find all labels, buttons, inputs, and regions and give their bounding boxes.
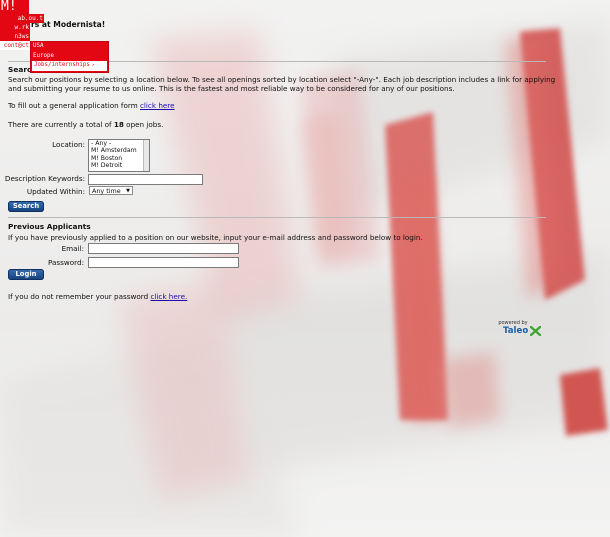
updated-within-select[interactable]: Any time ▼ — [89, 186, 133, 195]
general-application-line: To fill out a general application form c… — [8, 101, 175, 111]
main-content: rs at Modernista! Searc Search our posit… — [0, 0, 610, 537]
taleo-x-icon — [530, 326, 541, 336]
password-field[interactable] — [88, 257, 239, 268]
general-application-text: To fill out a general application form — [8, 101, 140, 110]
chevron-down-icon: ▼ — [126, 188, 130, 194]
contact-submenu: USA Europe Jobs/internships ↗ — [30, 41, 109, 73]
forgot-password-text: If you do not remember your password — [8, 292, 151, 301]
forgot-password-line: If you do not remember your password cli… — [8, 292, 187, 302]
login-section-title: Previous Applicants — [8, 222, 91, 231]
login-button[interactable]: Login — [8, 269, 44, 280]
taleo-logo[interactable]: Taleo — [503, 326, 528, 336]
keywords-input[interactable] — [88, 174, 203, 185]
password-label: Password: — [48, 258, 84, 267]
nav-item-work[interactable]: w.rk — [0, 23, 30, 32]
open-jobs-line: There are currently a total of 18 open j… — [8, 120, 163, 130]
search-intro-line-2: and submitting your resume to us online.… — [8, 84, 455, 93]
updated-within-label: Updated Within: — [26, 187, 85, 196]
external-link-icon: ↗ — [91, 63, 95, 68]
nav-item-about[interactable]: ab.ou.t — [0, 14, 44, 23]
location-label: Location: — [52, 140, 85, 149]
submenu-item-usa[interactable]: USA — [31, 42, 108, 52]
search-button[interactable]: Search — [8, 201, 44, 212]
updated-within-value: Any time — [92, 187, 121, 195]
submenu-item-label: USA — [33, 43, 44, 49]
search-section-title: Searc — [8, 65, 32, 74]
nav-item-contact[interactable]: cont@ct — [0, 41, 30, 50]
submenu-item-label: Europe — [33, 52, 54, 59]
login-intro: If you have previously applied to a posi… — [8, 233, 423, 242]
location-option[interactable]: M! Boston — [89, 155, 149, 162]
open-jobs-count: 18 — [113, 120, 124, 129]
submenu-item-europe[interactable]: Europe — [31, 52, 108, 62]
email-label: Email: — [61, 244, 84, 253]
general-application-link[interactable]: click here — [140, 101, 175, 110]
location-option[interactable]: - Any - — [89, 140, 149, 147]
forgot-password-link[interactable]: click here. — [150, 292, 187, 301]
listbox-scrollbar[interactable] — [143, 140, 149, 171]
location-option[interactable]: M! Amsterdam — [89, 147, 149, 154]
submenu-item-jobs[interactable]: Jobs/internships ↗ — [32, 61, 107, 71]
site-logo[interactable]: M! — [0, 0, 29, 14]
open-jobs-prefix: There are currently a total of — [8, 120, 114, 129]
divider — [8, 217, 546, 218]
nav-item-news[interactable]: n3ws — [0, 32, 30, 41]
submenu-item-label: Jobs/internships — [34, 62, 90, 68]
location-option[interactable]: M! Detroit — [89, 162, 149, 169]
location-listbox[interactable]: - Any - M! Amsterdam M! Boston M! Detroi… — [88, 139, 150, 172]
email-field[interactable] — [88, 243, 239, 254]
open-jobs-suffix: open jobs. — [123, 120, 164, 129]
keywords-label: Description Keywords: — [4, 174, 85, 183]
